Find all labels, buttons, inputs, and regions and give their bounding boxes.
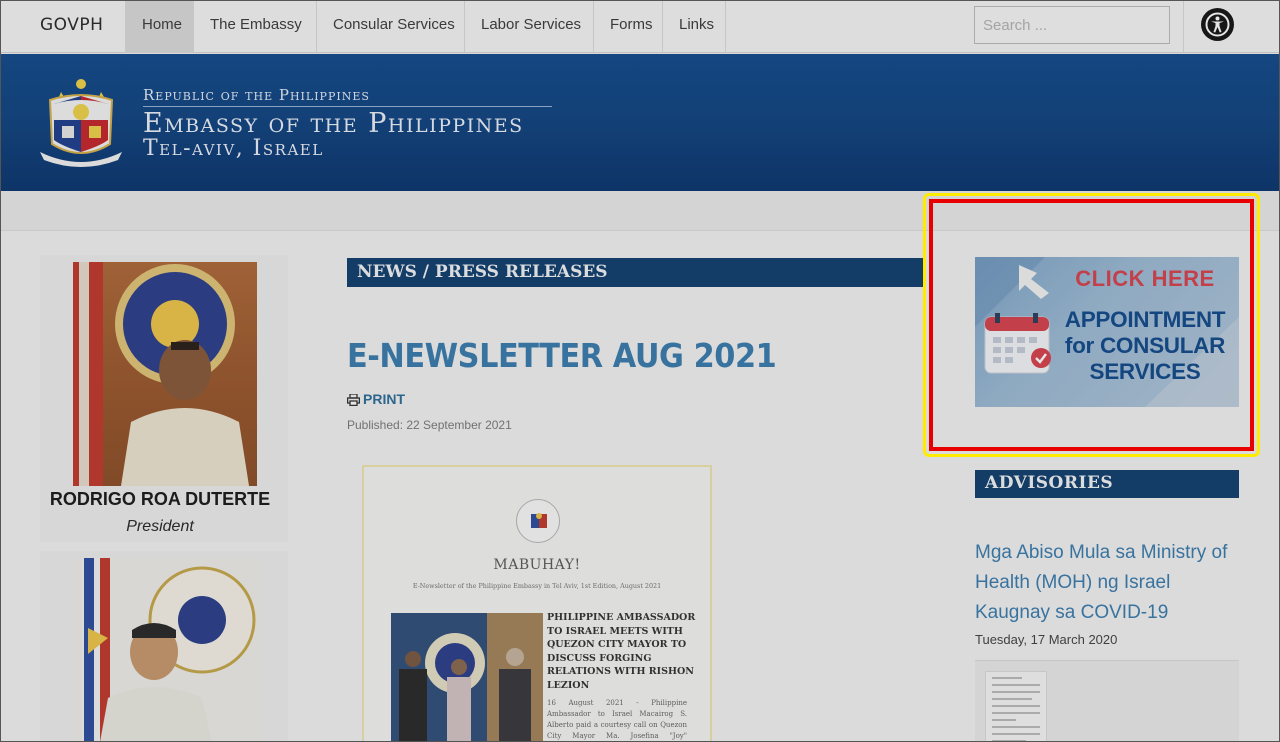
- president-name: RODRIGO ROA DUTERTE: [49, 489, 271, 509]
- appointment-line-3: SERVICES: [1089, 359, 1201, 384]
- newsletter-story-body: 16 August 2021 - Philippine Ambassador t…: [547, 699, 687, 740]
- nav-item-forms[interactable]: Forms: [594, 0, 663, 53]
- newsletter-photo: [391, 613, 543, 742]
- article-title[interactable]: E-NEWSLETTER AUG 2021: [347, 336, 777, 375]
- top-navigation-bar: GOVPH Home The Embassy Consular Services…: [0, 0, 1280, 79]
- advisories-title-bar: ADVISORIES: [975, 470, 1239, 498]
- nav-item-consular-services[interactable]: Consular Services: [317, 0, 465, 79]
- print-icon: [346, 393, 361, 407]
- banner-location: Tel-aviv, Israel: [143, 136, 324, 161]
- appointment-line-2: for CONSULAR: [1064, 333, 1226, 358]
- nav-item-label: Labor Services: [481, 16, 582, 33]
- advisory-date: Tuesday, 17 March 2020: [975, 632, 1118, 647]
- nav-divider: [1183, 0, 1184, 53]
- advisory-thumbnail-card: [975, 660, 1239, 742]
- banner-title[interactable]: Embassy of the Philippines: [143, 108, 524, 139]
- nav-item-label: Forms: [610, 16, 653, 33]
- appointment-line-1: APPOINTMENT: [1064, 307, 1226, 332]
- nav-item-labor-services[interactable]: Labor Services: [465, 0, 594, 79]
- section-title-bar: NEWS / PRESS RELEASES: [347, 258, 924, 287]
- embassy-seal-icon: [516, 499, 560, 543]
- advisory-thumbnail[interactable]: [985, 671, 1047, 742]
- appointment-banner[interactable]: CLICK HERE APPOINTMENT for CONSULAR SERV…: [975, 257, 1239, 407]
- secretary-photo[interactable]: [74, 558, 261, 742]
- philippine-seal-icon[interactable]: [36, 74, 126, 170]
- nav-item-links[interactable]: Links: [663, 0, 726, 53]
- header-banner: Republic of the Philippines Embassy of t…: [0, 54, 1280, 191]
- nav-item-the-embassy[interactable]: The Embassy: [194, 0, 317, 79]
- president-role: President: [126, 518, 194, 535]
- print-link[interactable]: PRINT: [346, 391, 405, 407]
- appointment-click-text: CLICK HERE: [1075, 266, 1215, 291]
- president-photo[interactable]: [73, 262, 257, 486]
- advisory-link[interactable]: Mga Abiso Mula sa Ministry of Health (MO…: [975, 538, 1245, 628]
- content-strip: [0, 191, 1280, 231]
- banner-divider: [143, 106, 552, 107]
- newsletter-subheading: E-Newsletter of the Philippine Embassy i…: [412, 582, 662, 590]
- nav-item-home[interactable]: Home: [126, 0, 194, 53]
- nav-item-label: Links: [679, 16, 715, 33]
- banner-subtitle: Republic of the Philippines: [143, 86, 370, 104]
- nav-item-label: The Embassy: [210, 16, 302, 33]
- appointment-text: APPOINTMENT for CONSULAR SERVICES: [1051, 307, 1239, 385]
- newsletter-image[interactable]: MABUHAY! E-Newsletter of the Philippine …: [362, 465, 712, 742]
- accessibility-icon[interactable]: [1201, 8, 1234, 41]
- nav-item-label: Home: [142, 16, 183, 33]
- published-date: Published: 22 September 2021: [347, 418, 512, 432]
- search-input[interactable]: [974, 6, 1170, 44]
- govph-brand-link[interactable]: GOVPH: [0, 0, 126, 53]
- print-label: PRINT: [363, 391, 405, 407]
- newsletter-story-title: PHILIPPINE AMBASSADOR TO ISRAEL MEETS WI…: [547, 612, 696, 691]
- nav-item-label: Consular Services: [333, 16, 455, 33]
- newsletter-heading: MABUHAY!: [493, 557, 581, 573]
